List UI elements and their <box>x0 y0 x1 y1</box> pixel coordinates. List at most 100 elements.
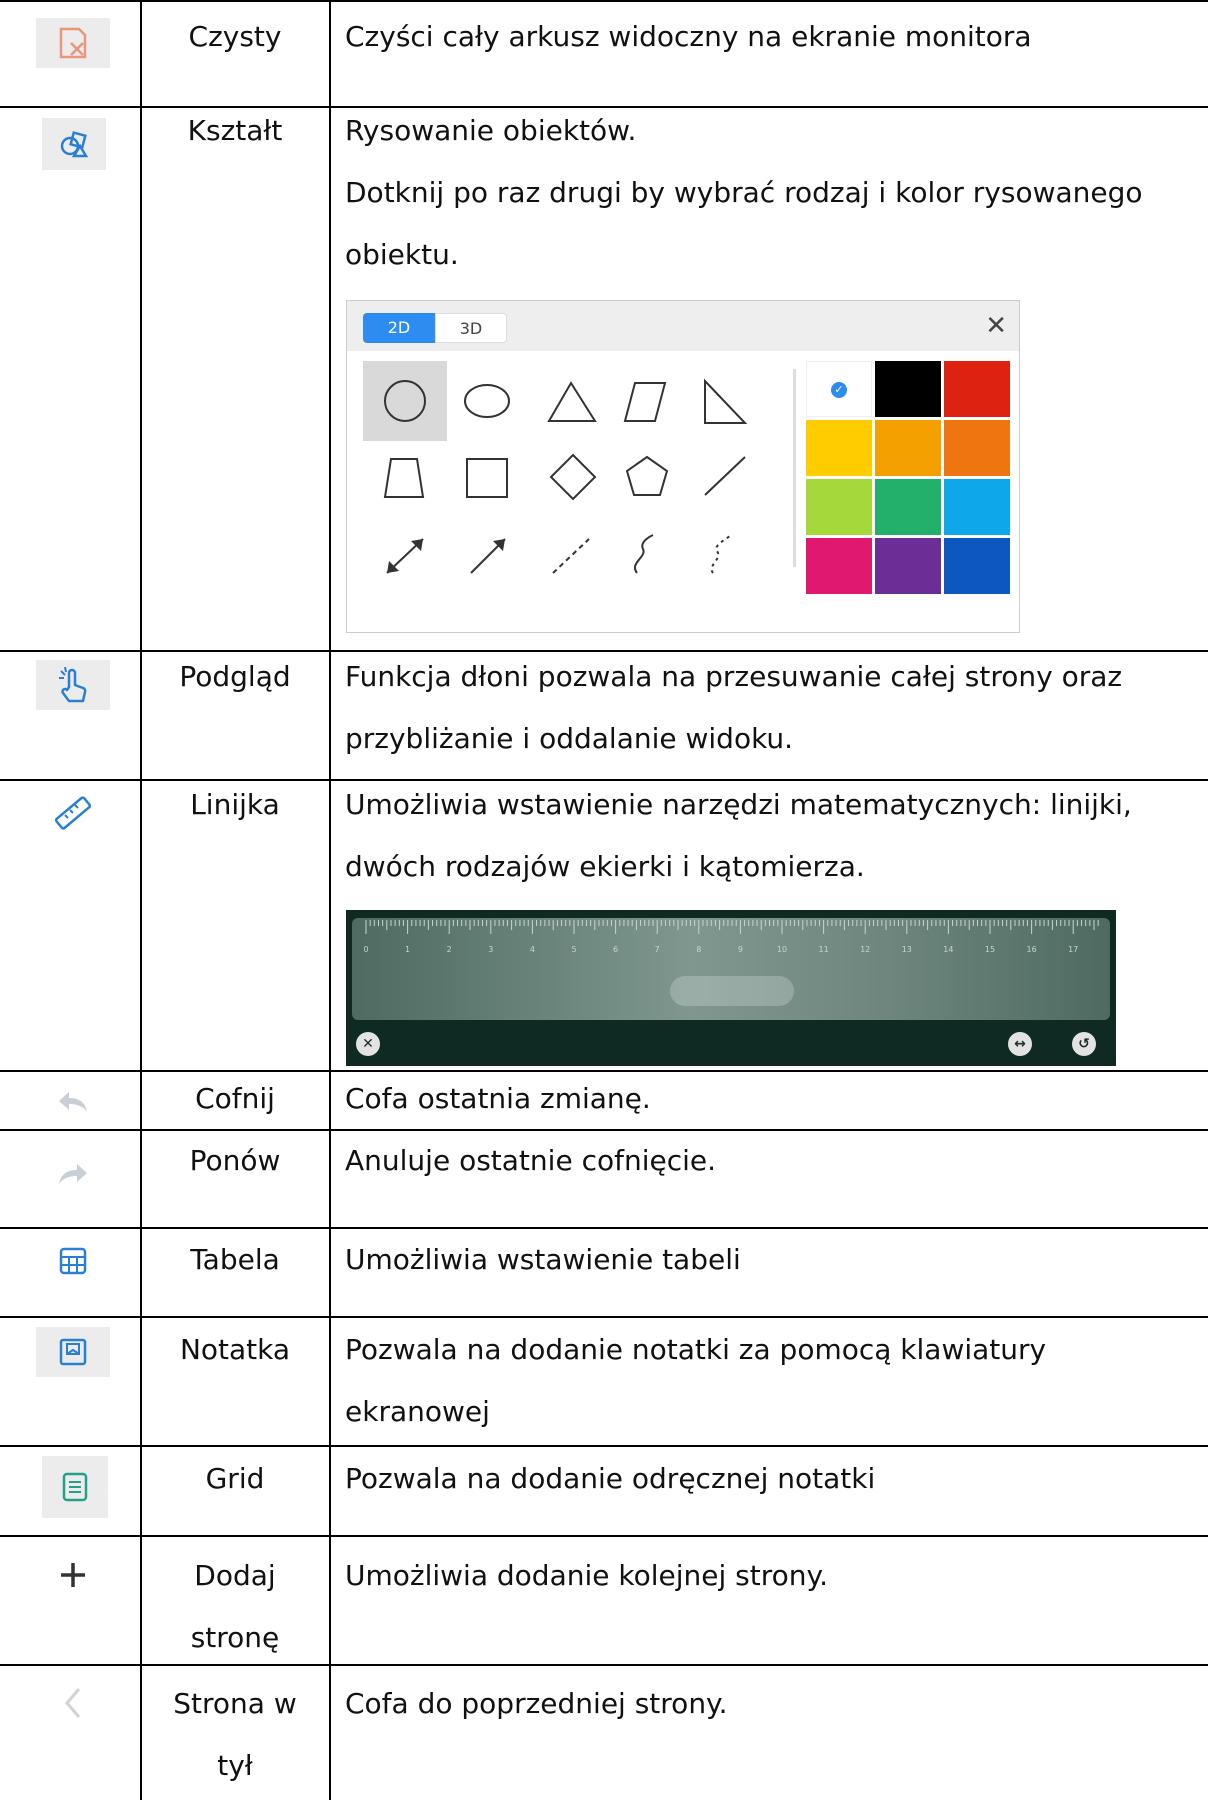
ruler-panel: 0 1 2 3 4 5 6 7 8 9 10 11 12 13 14 15 16 17 ✕ ↔ ↺ <box>346 910 1116 1066</box>
ruler-rotate-icon[interactable]: ↺ <box>1072 1032 1096 1056</box>
color-swatch-orange[interactable] <box>944 420 1010 476</box>
ruler-tick-label: 4 <box>530 945 535 954</box>
tool-description: Czyści cały arkusz widoczny na ekranie m… <box>345 6 1175 68</box>
selected-shape-highlight <box>363 361 447 441</box>
tool-name-line: tył <box>217 1749 253 1782</box>
ruler-tick-label: 14 <box>943 945 953 954</box>
shape-dashed-line <box>552 538 590 574</box>
ruler-tick-label: 5 <box>571 945 576 954</box>
tool-description: Cofa ostatnia zmianę. <box>345 1068 1175 1130</box>
tab-2d[interactable]: 2D <box>363 313 435 343</box>
description-line: Funkcja dłoni pozwala na przesuwanie cał… <box>345 660 1123 693</box>
color-swatch-blue[interactable] <box>944 538 1010 594</box>
tool-name: Grid <box>205 1462 265 1495</box>
hand-pointer-icon <box>36 660 110 710</box>
ruler-drag-handle[interactable] <box>670 976 794 1006</box>
ruler-close-icon[interactable]: ✕ <box>356 1032 380 1056</box>
shape-triangle <box>547 381 597 422</box>
tool-description: Funkcja dłoni pozwala na przesuwanie cał… <box>345 646 1175 770</box>
description-line: Dotknij po raz drugi by wybrać rodzaj i … <box>345 176 1143 209</box>
description-line: Cofa do poprzedniej strony. <box>345 1687 728 1720</box>
shape-picker-panel: 2D 3D ✕ ✓ <box>346 300 1020 633</box>
shape-ellipse <box>464 384 510 418</box>
ruler-scale: 0 1 2 3 4 5 6 7 8 9 10 11 12 13 14 15 16 17 <box>363 920 1099 954</box>
ruler-tick-label: 16 <box>1027 945 1037 954</box>
tool-name: Notatka <box>179 1333 291 1366</box>
redo-icon <box>36 1150 110 1200</box>
clear-page-icon <box>36 18 110 68</box>
selected-check-icon: ✓ <box>831 382 847 398</box>
ruler-tick-label: 12 <box>860 945 870 954</box>
ruler-tick-label: 11 <box>819 945 829 954</box>
row-divider <box>0 1316 1208 1318</box>
table-border <box>0 0 1208 2</box>
color-swatch-sky[interactable] <box>944 479 1010 535</box>
description-line: Umożliwia wstawienie tabeli <box>345 1243 741 1276</box>
color-swatch-yellow[interactable] <box>806 420 872 476</box>
tool-name: Linijka <box>190 788 280 821</box>
description-line: obiektu. <box>345 238 459 271</box>
color-swatch-green[interactable] <box>875 479 941 535</box>
tool-name-line: Dodaj <box>194 1559 276 1592</box>
color-swatch-white[interactable]: ✓ <box>806 361 872 417</box>
color-swatch-amber[interactable] <box>875 420 941 476</box>
shape-dashed-curve <box>710 534 732 574</box>
color-swatch-magenta[interactable] <box>806 538 872 594</box>
grid-note-icon <box>42 1456 108 1518</box>
shape-parallelogram <box>623 382 667 422</box>
color-swatch-lime[interactable] <box>806 479 872 535</box>
column-divider <box>140 0 142 1800</box>
description-line: dwóch rodzajów ekierki i kątomierza. <box>345 850 865 883</box>
tool-name: Ponów <box>189 1144 281 1177</box>
description-line: przybliżanie i oddalanie widoku. <box>345 722 794 755</box>
ruler-tick-label: 17 <box>1068 945 1078 954</box>
shape-right-triangle <box>704 378 748 424</box>
tool-description: Pozwala na dodanie odręcznej notatki <box>345 1448 1175 1510</box>
description-line: Pozwala na dodanie notatki za pomocą kla… <box>345 1333 1047 1366</box>
color-swatch-red[interactable] <box>944 361 1010 417</box>
shape-line <box>704 456 746 496</box>
tool-name: Kształt <box>187 114 283 147</box>
description-line: Rysowanie obiektów. <box>345 114 637 147</box>
tool-description: Umożliwia wstawienie tabeli <box>345 1229 1175 1291</box>
plus-icon <box>36 1550 110 1600</box>
tab-3d[interactable]: 3D <box>435 313 507 343</box>
ruler-body[interactable]: 0 1 2 3 4 5 6 7 8 9 10 11 12 13 14 15 16 17 <box>352 918 1110 1020</box>
description-line: Anuluje ostatnie cofnięcie. <box>345 1144 716 1177</box>
ruler-tick-label: 1 <box>405 945 410 954</box>
ruler-tick-label: 9 <box>738 945 743 954</box>
note-icon <box>36 1327 110 1377</box>
shape-options[interactable] <box>347 351 793 633</box>
tool-name: Dodaj stronę <box>141 1545 329 1669</box>
tool-description: Rysowanie obiektów. Dotknij po raz drugi… <box>345 100 1175 286</box>
close-icon[interactable]: ✕ <box>985 311 1007 341</box>
tool-description: Cofa do poprzedniej strony. <box>345 1673 1175 1735</box>
undo-icon <box>36 1078 110 1128</box>
description-line: Umożliwia dodanie kolejnej strony. <box>345 1559 828 1592</box>
row-divider <box>0 1445 1208 1447</box>
color-swatch-purple[interactable] <box>875 538 941 594</box>
ruler-resize-icon[interactable]: ↔ <box>1008 1032 1032 1056</box>
tool-description: Umożliwia wstawienie narzędzi matematycz… <box>345 774 1175 898</box>
tool-description: Anuluje ostatnie cofnięcie. <box>345 1130 1175 1192</box>
color-swatch-black[interactable] <box>875 361 941 417</box>
description-line: Pozwala na dodanie odręcznej notatki <box>345 1462 876 1495</box>
tool-name: Tabela <box>190 1243 280 1276</box>
description-line: ekranowej <box>345 1395 490 1428</box>
description-line: Czyści cały arkusz widoczny na ekranie m… <box>345 20 1032 53</box>
shapes-icon <box>42 118 106 170</box>
description-line: Cofa ostatnia zmianę. <box>345 1082 651 1115</box>
tool-description: Pozwala na dodanie notatki za pomocą kla… <box>345 1319 1175 1443</box>
shape-picker-header: 2D 3D ✕ <box>347 301 1019 351</box>
ruler-icon <box>36 788 110 838</box>
tool-name-line: Strona w <box>173 1687 297 1720</box>
shape-pentagon <box>625 455 669 496</box>
shape-trapezoid <box>383 458 425 498</box>
ruler-tick-label: 8 <box>696 945 701 954</box>
shape-square <box>466 458 508 498</box>
tool-name-line: stronę <box>190 1621 280 1654</box>
ruler-tick-label: 15 <box>985 945 995 954</box>
shape-diamond <box>549 453 597 501</box>
tool-name: Czysty <box>188 20 282 53</box>
row-divider <box>0 1535 1208 1537</box>
